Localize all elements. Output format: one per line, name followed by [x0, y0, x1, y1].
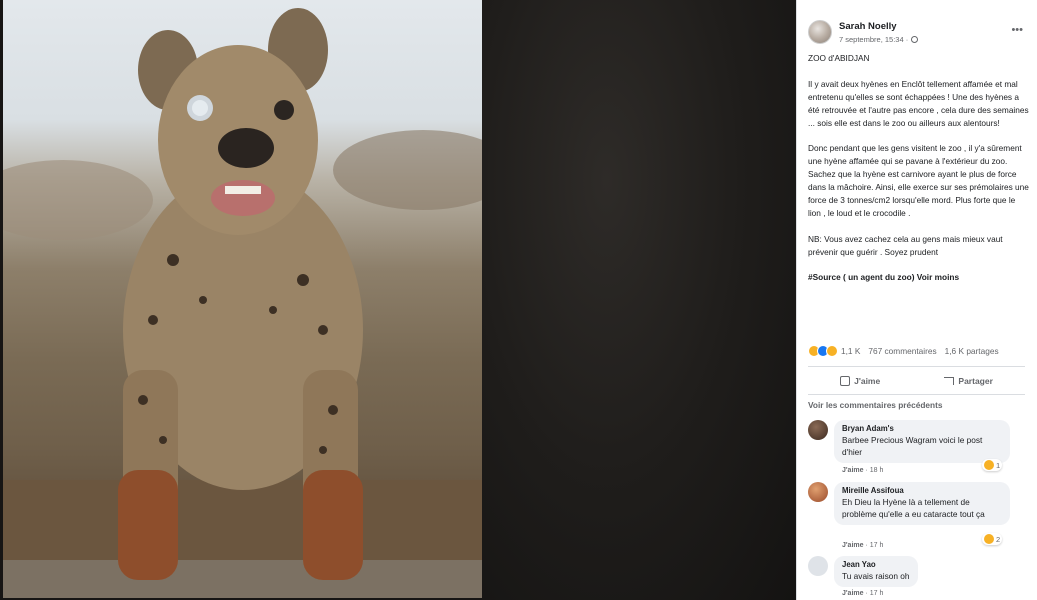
comment-text: Tu avais raison oh — [842, 571, 910, 581]
post-panel: Sarah Noelly 7 septembre, 15:34 · ••• ZO… — [796, 0, 1037, 600]
comment-meta: J'aime · 17 h — [842, 590, 883, 597]
post-body: ZOO d'ABIDJAN Il y avait deux hyènes en … — [808, 52, 1030, 297]
comment-meta: J'aime · 18 h — [842, 467, 883, 474]
hyena-illustration — [3, 8, 482, 598]
comment-reaction-count: 2 — [996, 534, 1001, 544]
commenter-name[interactable]: Jean Yao — [842, 560, 910, 570]
comment-time[interactable]: · 17 h — [865, 542, 883, 549]
share-button[interactable]: Partager — [944, 376, 993, 386]
comment-time[interactable]: · 18 h — [865, 467, 883, 474]
comment-bubble: Jean Yao Tu avais raison oh — [834, 556, 918, 587]
view-previous-comments-link[interactable]: Voir les commentaires précédents — [808, 400, 943, 410]
share-arrow-icon — [944, 377, 955, 385]
viewer-background — [480, 0, 796, 600]
reaction-count[interactable]: 1,1 K — [841, 346, 860, 356]
reaction-icons[interactable] — [808, 345, 838, 357]
like-button[interactable]: J'aime — [840, 376, 880, 386]
author-name[interactable]: Sarah Noelly — [839, 21, 897, 32]
commenter-avatar[interactable] — [808, 482, 828, 502]
comment-like-link[interactable]: J'aime — [842, 542, 864, 549]
comment-text: Barbee Precious Wagram voici le post d'h… — [842, 435, 983, 457]
comment-meta: J'aime · 17 h — [842, 542, 883, 549]
shares-count[interactable]: 1,6 K partages — [945, 346, 999, 356]
post-actions: J'aime Partager — [808, 370, 1025, 392]
comment-time[interactable]: · 17 h — [865, 590, 883, 597]
post-paragraph-warning: NB: Vous avez cachez cela au gens mais m… — [808, 233, 1003, 257]
comment-bubble: Mireille Assifoua Eh Dieu la Hyène là a … — [834, 482, 1010, 525]
commenter-avatar[interactable] — [808, 556, 828, 576]
sad-reaction-icon — [826, 345, 838, 357]
wow-reaction-icon — [984, 460, 994, 470]
comment-text: Eh Dieu la Hyène là a tellement de probl… — [842, 497, 985, 519]
reaction-summary: 1,1 K 767 commentaires 1,6 K partages — [808, 345, 1030, 357]
haha-reaction-icon — [984, 534, 994, 544]
comment-like-link[interactable]: J'aime — [842, 467, 864, 474]
globe-icon — [911, 36, 919, 43]
author-avatar[interactable] — [808, 20, 832, 44]
comment-like-link[interactable]: J'aime — [842, 590, 864, 597]
comment-reactions[interactable]: 2 — [982, 533, 1003, 545]
see-less-link[interactable]: Voir moins — [917, 272, 959, 282]
commenter-name[interactable]: Mireille Assifoua — [842, 486, 1002, 496]
photo-viewer — [0, 0, 796, 600]
divider-top — [808, 366, 1025, 367]
post-paragraph-visitors: Donc pendant que les gens visitent le zo… — [808, 143, 1022, 167]
post-date-text: 7 septembre, 15:34 · — [839, 35, 909, 44]
like-button-label: J'aime — [854, 376, 881, 386]
post-source-line: #Source ( un agent du zoo) Voir moins — [808, 271, 1030, 284]
commenter-avatar[interactable] — [808, 420, 828, 440]
comment-reaction-count: 1 — [996, 460, 1001, 470]
share-button-label: Partager — [958, 376, 993, 386]
commenter-name[interactable]: Bryan Adam's — [842, 424, 1002, 434]
comments-count[interactable]: 767 commentaires — [868, 346, 936, 356]
hyena-photo[interactable] — [3, 0, 482, 598]
source-hashtag[interactable]: #Source ( un agent du zoo) — [808, 272, 914, 282]
post-date[interactable]: 7 septembre, 15:34 · — [839, 35, 919, 44]
post-paragraph-title: ZOO d'ABIDJAN — [808, 53, 870, 63]
comment-reactions[interactable]: 1 — [982, 459, 1003, 471]
comment-bubble: Bryan Adam's Barbee Precious Wagram voic… — [834, 420, 1010, 463]
more-options-icon[interactable]: ••• — [1011, 24, 1023, 36]
thumbs-up-icon — [840, 376, 851, 386]
post-header: Sarah Noelly 7 septembre, 15:34 · ••• — [797, 0, 1037, 48]
divider-bottom — [808, 394, 1025, 395]
post-paragraph-escape: Il y avait deux hyènes en Enclôt telleme… — [808, 78, 1029, 128]
post-paragraph-jaw-force: Sachez que la hyène est carnivore ayant … — [808, 169, 1029, 218]
